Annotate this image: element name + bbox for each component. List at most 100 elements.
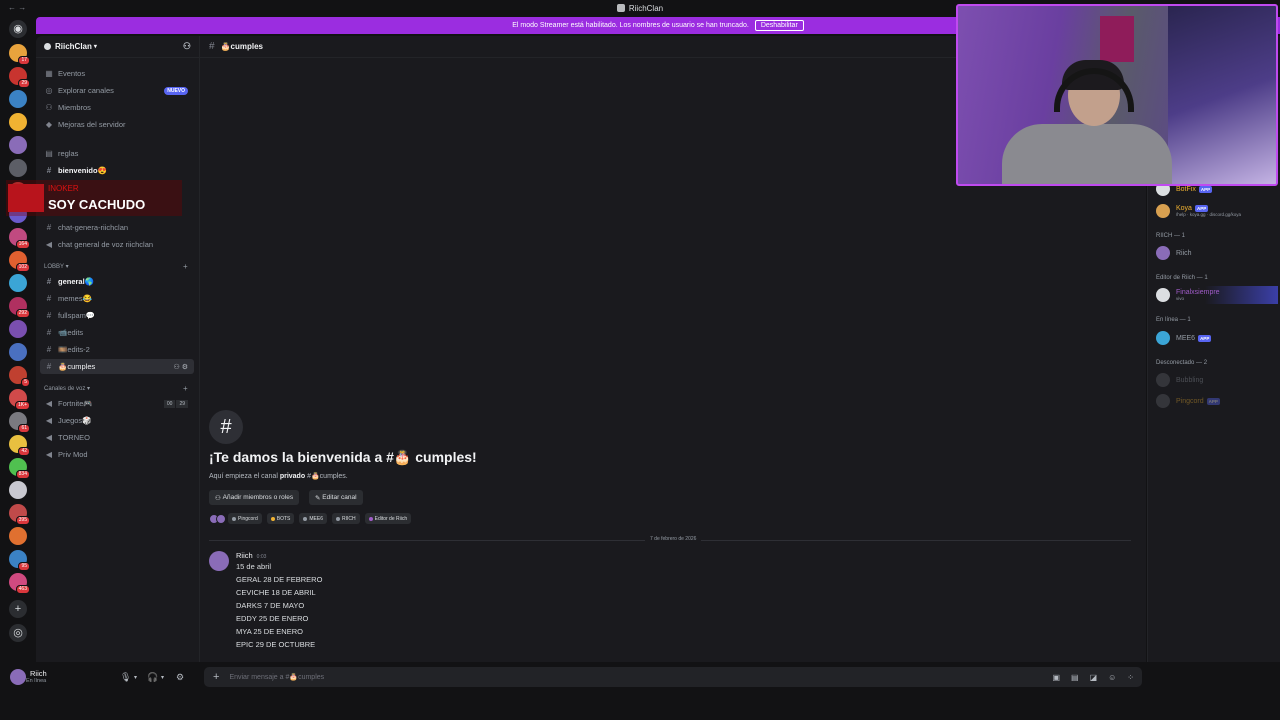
role-chip[interactable]: Pingcord xyxy=(228,513,262,524)
server-icon[interactable]: 1K+ xyxy=(9,389,30,410)
server-icon[interactable]: 42 xyxy=(9,435,30,456)
chevron-down-icon[interactable]: ▾ xyxy=(134,674,137,681)
voice-channel-torneo[interactable]: ◀ TORNEO xyxy=(40,430,194,445)
welcome-sub-bold: privado xyxy=(279,473,306,480)
message-line: EDDY 25 DE ENERO xyxy=(236,614,309,623)
server-icon[interactable]: 5 xyxy=(9,366,30,387)
user-info[interactable]: Riich En línea xyxy=(26,670,47,685)
server-icon[interactable] xyxy=(9,113,27,131)
attach-plus-icon[interactable]: + xyxy=(213,671,219,683)
message-composer[interactable]: + Enviar mensaje a #🎂cumples ▣ ▤ ◪ ☺ ⁘ xyxy=(204,667,1142,687)
sidebar-item-boosts[interactable]: ◆ Mejoras del servidor xyxy=(40,117,194,132)
add-channel-icon[interactable]: + xyxy=(183,384,188,393)
chevron-down-icon: ▾ xyxy=(93,44,97,50)
avatar[interactable] xyxy=(10,669,26,685)
role-chip[interactable]: Editor de Riich xyxy=(364,513,412,524)
channel-label: 📹edits xyxy=(58,328,84,337)
server-icon[interactable]: 61 xyxy=(9,412,30,433)
server-icon[interactable]: 463 xyxy=(9,573,30,594)
nav-arrows-icon[interactable]: ← → xyxy=(8,3,26,12)
channel-reglas[interactable]: ▤ reglas xyxy=(40,146,194,161)
member-avatars[interactable] xyxy=(209,513,226,524)
server-header[interactable]: RiichClan ▾ ⚇ xyxy=(36,36,199,58)
speaker-icon: ◀ xyxy=(45,399,53,408)
speaker-icon: ◀ xyxy=(45,450,53,459)
role-chip[interactable]: RIICH xyxy=(331,513,360,524)
add-server-icon[interactable]: + xyxy=(9,600,27,618)
webcam-person-body xyxy=(1002,124,1172,184)
message-author[interactable]: Riich xyxy=(236,551,253,560)
sidebar-item-label: Miembros xyxy=(58,103,91,112)
edit-channel-button[interactable]: ✎ Editar canal xyxy=(309,490,363,505)
server-icon[interactable] xyxy=(9,274,27,292)
sidebar-item-events[interactable]: ▦ Eventos xyxy=(40,66,194,81)
category-lobby[interactable]: LOBBY ▾ + xyxy=(44,262,188,271)
apps-icon[interactable]: ⁘ xyxy=(1127,673,1134,682)
server-icon[interactable]: 29 xyxy=(9,67,30,88)
server-icon[interactable] xyxy=(9,159,27,177)
sidebar-item-explore[interactable]: ◎ Explorar canales NUEVO xyxy=(40,83,194,98)
role-chip[interactable]: BOTS xyxy=(266,513,295,524)
server-icon[interactable]: 164 xyxy=(9,228,30,249)
server-icon[interactable] xyxy=(9,481,27,499)
channel-voice-general[interactable]: ◀ chat general de voz riichclan xyxy=(40,237,194,252)
sticker-icon[interactable]: ◪ xyxy=(1090,673,1098,682)
hash-icon: # xyxy=(46,345,52,354)
gear-icon[interactable]: ⚙ xyxy=(176,672,184,683)
add-members-roles-button[interactable]: ⚇ Añadir miembros o roles xyxy=(209,490,300,505)
server-icon[interactable]: 95 xyxy=(9,550,30,571)
direct-messages-icon[interactable]: ◉ xyxy=(9,20,27,38)
server-icon[interactable]: 102 xyxy=(9,251,30,272)
add-channel-icon[interactable]: + xyxy=(183,262,188,271)
avatar[interactable] xyxy=(209,551,229,571)
member-item[interactable]: MEE6 APP xyxy=(1156,329,1278,347)
gift-icon[interactable]: ▣ xyxy=(1052,673,1060,682)
emoji-icon[interactable]: ☺ xyxy=(1108,673,1116,682)
role-chip[interactable]: MEE6 xyxy=(299,513,327,524)
voice-channel-priv-mod[interactable]: ◀ Priv Mod xyxy=(40,447,194,462)
server-icon[interactable]: 292 xyxy=(9,297,30,318)
server-icon[interactable]: 395 xyxy=(9,504,30,525)
member-item[interactable]: Bubbling xyxy=(1156,371,1278,389)
hash-icon: # xyxy=(46,311,52,320)
invite-icon[interactable]: ⚇ xyxy=(183,41,191,52)
voice-channel-fortnite[interactable]: ◀ Fortnite🎮 00 29 xyxy=(40,396,194,411)
discover-icon[interactable]: ◎ xyxy=(9,624,27,642)
member-item[interactable]: Finalxsiempre vivo xyxy=(1156,286,1278,304)
server-icon[interactable]: 834 xyxy=(9,458,30,479)
headphones-icon[interactable]: 🎧 xyxy=(147,672,158,683)
gif-icon[interactable]: ▤ xyxy=(1071,673,1079,682)
composer-placeholder[interactable]: Enviar mensaje a #🎂cumples xyxy=(229,673,324,681)
server-icon[interactable] xyxy=(9,343,27,361)
channel-general[interactable]: # general🌎 xyxy=(40,274,194,289)
member-item[interactable]: Pingcord APP xyxy=(1156,392,1278,410)
channel-edits-2[interactable]: # 🎞️edits-2 xyxy=(40,342,194,357)
channel-memes[interactable]: # memes😂 xyxy=(40,291,194,306)
notification-badge: 1K+ xyxy=(14,401,30,410)
channel-label: chat general de voz riichclan xyxy=(58,240,154,249)
server-icon[interactable]: 17 xyxy=(9,44,30,65)
channel-bienvenido[interactable]: # bienvenido😍 xyxy=(40,163,194,178)
channel-cumples[interactable]: # 🎂cumples ⚇ ⚙ xyxy=(40,359,194,374)
channel-edits[interactable]: # 📹edits xyxy=(40,325,194,340)
sidebar-item-members[interactable]: ⚇ Miembros xyxy=(40,100,194,115)
disable-streamer-button[interactable]: Deshabilitar xyxy=(754,20,804,31)
channel-fullspam[interactable]: # fullspam💬 xyxy=(40,308,194,323)
server-icon[interactable] xyxy=(9,136,27,154)
category-voice[interactable]: Canales de voz ▾ + xyxy=(44,384,188,393)
member-item[interactable]: Koya APP /help · koya.gg · discord.gg/koy… xyxy=(1156,202,1278,220)
channel-settings-icon[interactable]: ⚇ ⚙ xyxy=(174,363,189,371)
server-icon[interactable] xyxy=(9,320,27,338)
member-item[interactable]: Riich xyxy=(1156,244,1278,262)
voice-channel-juegos[interactable]: ◀ Juegos🎲 xyxy=(40,413,194,428)
server-badge-icon xyxy=(44,43,51,50)
server-icon[interactable] xyxy=(9,90,27,108)
microphone-icon[interactable]: 🎙 xyxy=(120,672,131,683)
server-icon[interactable] xyxy=(9,527,27,545)
channel-label: TORNEO xyxy=(58,433,90,442)
welcome-sub-suffix: #🎂cumples. xyxy=(305,473,348,480)
channel-label: 🎂cumples xyxy=(58,362,96,371)
channel-chat-genera[interactable]: # chat-genera-riichclan xyxy=(40,220,194,235)
voice-count-a: 00 xyxy=(163,399,176,408)
chevron-down-icon[interactable]: ▾ xyxy=(161,674,164,681)
